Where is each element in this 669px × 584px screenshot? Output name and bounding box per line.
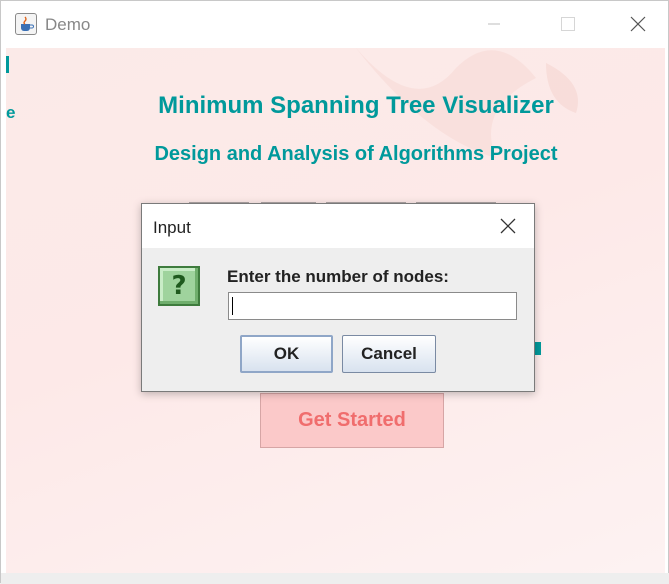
ok-button[interactable]: OK — [240, 335, 333, 373]
left-edge-mark — [6, 56, 9, 73]
node-count-input[interactable] — [228, 292, 517, 320]
dialog-titlebar: Input — [142, 204, 534, 248]
input-dialog: Input ? Enter the number of nodes: OK Ca… — [141, 203, 535, 392]
cancel-button[interactable]: Cancel — [342, 335, 436, 373]
dialog-close-icon[interactable] — [498, 216, 518, 236]
maximize-icon[interactable] — [555, 11, 581, 37]
close-icon[interactable] — [625, 11, 651, 37]
window-titlebar: Demo — [1, 1, 668, 48]
bottom-bar — [1, 573, 669, 584]
window-title: Demo — [45, 15, 91, 34]
get-started-button[interactable]: Get Started — [260, 393, 444, 448]
java-cup-icon — [15, 13, 37, 35]
dialog-prompt: Enter the number of nodes: — [227, 267, 449, 286]
text-caret — [232, 297, 233, 315]
dialog-title: Input — [153, 218, 191, 237]
question-icon: ? — [158, 266, 200, 306]
page-title: Minimum Spanning Tree Visualizer — [158, 92, 554, 119]
minimize-icon[interactable] — [481, 11, 507, 37]
page-subtitle: Design and Analysis of Algorithms Projec… — [154, 143, 558, 165]
